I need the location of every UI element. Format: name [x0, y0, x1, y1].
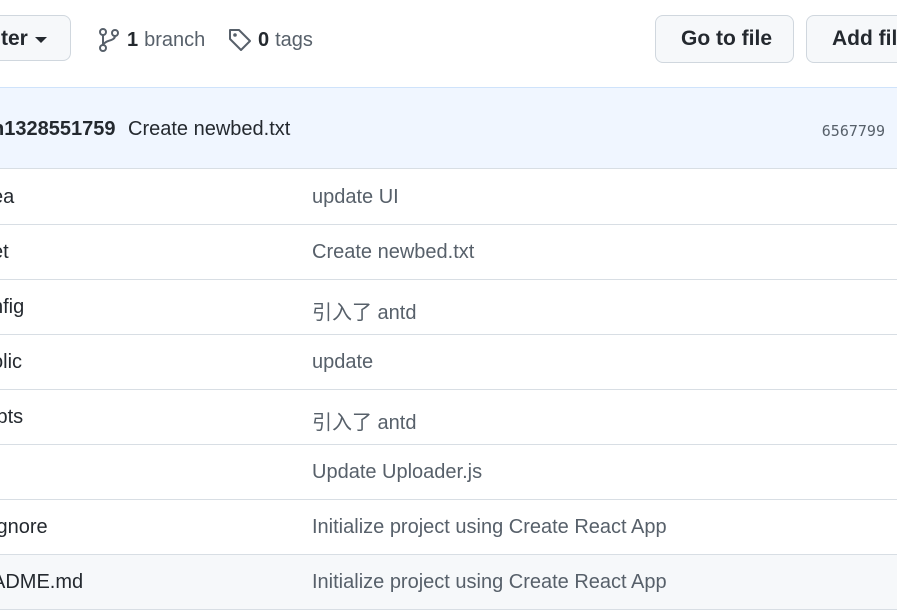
branches-link[interactable]: 1 branch — [97, 25, 205, 55]
file-name-link[interactable]: ADME.md — [0, 571, 83, 594]
file-name-link[interactable]: olic — [0, 351, 22, 374]
file-row: ipts 引入了 antd — [0, 390, 897, 445]
file-row: Update Uploader.js — [0, 445, 897, 500]
branch-count: 1 — [127, 28, 139, 51]
file-commit-message-link[interactable]: Create newbed.txt — [312, 241, 474, 264]
file-commit-message-link[interactable]: Initialize project using Create React Ap… — [312, 516, 667, 539]
add-file-button[interactable]: Add file — [806, 15, 897, 63]
file-commit-message-link[interactable]: Update Uploader.js — [312, 461, 482, 484]
file-name-link[interactable]: nfig — [0, 296, 24, 319]
file-name-link[interactable]: ea — [0, 186, 14, 209]
file-row: nfig 引入了 antd — [0, 280, 897, 335]
file-row: et Create newbed.txt — [0, 225, 897, 280]
file-list: ea update UI et Create newbed.txt nfig 引… — [0, 170, 897, 610]
file-name-link[interactable]: ignore — [0, 516, 48, 539]
file-name-link[interactable]: ipts — [0, 406, 23, 429]
file-row: ignore Initialize project using Create R… — [0, 500, 897, 555]
caret-down-icon — [35, 37, 47, 43]
file-row: ADME.md Initialize project using Create … — [0, 555, 897, 610]
file-commit-message-link[interactable]: 引入了 antd — [312, 406, 416, 435]
file-row: olic update — [0, 335, 897, 390]
commit-sha-link[interactable]: 6567799 — [822, 122, 885, 140]
branch-label: branch — [144, 28, 206, 51]
file-row: ea update UI — [0, 170, 897, 225]
branch-select-label: ter — [1, 27, 28, 50]
file-commit-message-link[interactable]: 引入了 antd — [312, 296, 416, 325]
file-commit-message-link[interactable]: Initialize project using Create React Ap… — [312, 571, 667, 594]
commit-author-link[interactable]: h1328551759 — [0, 118, 115, 141]
repo-toolbar: ter 1 branch 0 tags Go to file Add file — [0, 0, 897, 86]
tags-link[interactable]: 0 tags — [228, 25, 313, 55]
file-commit-message-link[interactable]: update UI — [312, 186, 399, 209]
git-branch-icon — [97, 27, 121, 53]
tag-count: 0 — [258, 28, 270, 51]
file-commit-message-link[interactable]: update — [312, 351, 373, 374]
latest-commit-bar: h1328551759 Create newbed.txt 6567799 — [0, 87, 897, 169]
go-to-file-button[interactable]: Go to file — [655, 15, 794, 63]
branch-select-button[interactable]: ter — [0, 15, 71, 61]
commit-message-link[interactable]: Create newbed.txt — [128, 118, 290, 141]
tag-label: tags — [275, 28, 313, 51]
tag-icon — [228, 27, 252, 53]
file-name-link[interactable]: et — [0, 241, 9, 264]
